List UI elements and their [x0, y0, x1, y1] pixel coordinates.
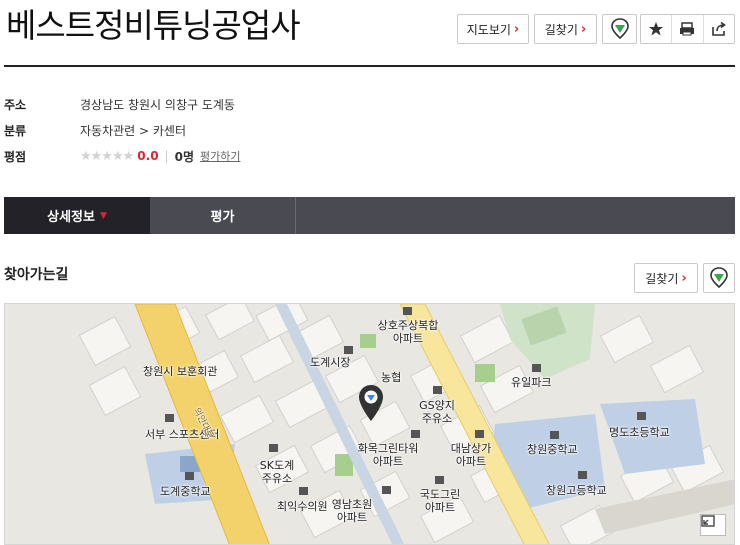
- rating-score: 0.0: [137, 149, 159, 163]
- caret-down-icon: ▼: [99, 210, 107, 221]
- location-pin-icon: [710, 267, 728, 289]
- building-icon: [435, 476, 444, 484]
- map-label: 유일파크: [511, 376, 552, 389]
- favorite-button[interactable]: [641, 15, 673, 43]
- building-icon: [382, 486, 391, 494]
- map-label: 도계중학교: [160, 485, 211, 498]
- map-label: 창원고등학교: [546, 484, 607, 497]
- school-icon: [578, 471, 587, 479]
- map-label: 농협: [381, 371, 402, 384]
- chevron-right-icon: ›: [580, 21, 587, 37]
- map-label: 화목그린타워 아파트: [357, 442, 419, 468]
- rating-row: 평점 ★★★★★ 0.0 | 0명 평가하기: [4, 146, 240, 166]
- map-view-label: 지도보기: [466, 22, 511, 37]
- separator: |: [164, 149, 169, 163]
- share-icon: [712, 21, 726, 36]
- gas-station-icon: [269, 444, 278, 452]
- map-label: 영남초원 아파트: [331, 498, 373, 524]
- write-review-link[interactable]: 평가하기: [200, 148, 240, 164]
- directions-section-title: 찾아가는길: [4, 267, 69, 283]
- category-row: 분류 자동차관련 > 카센터: [4, 120, 186, 140]
- expand-icon: [701, 515, 715, 527]
- print-icon: [680, 22, 695, 36]
- category-label: 분류: [4, 123, 27, 138]
- location-marker-icon: [359, 385, 383, 421]
- share-button[interactable]: [704, 15, 734, 43]
- star-icon: [649, 22, 664, 36]
- gas-station-icon: [433, 386, 442, 394]
- tab-reviews[interactable]: 평가: [150, 197, 296, 234]
- location-pin-icon: [610, 18, 629, 40]
- tab-details-label: 상세정보: [47, 210, 95, 225]
- hospital-icon: [299, 487, 308, 495]
- building-icon: [411, 430, 420, 438]
- map-label: 명도초등학교: [609, 426, 670, 439]
- map-label: 상호주상복합 아파트: [377, 319, 439, 345]
- map-view-button[interactable]: 지도보기 ›: [457, 14, 529, 44]
- map-pin-button[interactable]: [703, 263, 735, 293]
- directions-button[interactable]: 길찾기 ›: [534, 14, 597, 44]
- map-directions-label: 길찾기: [645, 271, 679, 286]
- address-value: 경상남도 창원시 의창구 도계동: [80, 97, 235, 112]
- review-count: 0명: [174, 149, 194, 164]
- building-icon: [475, 430, 484, 438]
- tab-reviews-label: 평가: [210, 210, 235, 225]
- map-label: 국도그린 아파트: [419, 488, 461, 514]
- header-divider: [4, 65, 735, 67]
- page-title: 베스트정비튜닝공업사: [6, 6, 301, 45]
- print-button[interactable]: [672, 15, 704, 43]
- location-map[interactable]: 창원시 보훈회관 서부 스포츠센터 도계중학교 도계시장 상호주상복합 아파트 …: [4, 303, 735, 545]
- tab-details[interactable]: 상세정보 ▼: [4, 197, 150, 234]
- category-value: 자동차관련 > 카센터: [80, 123, 187, 138]
- rating-stars-icon: ★★★★★: [80, 148, 134, 164]
- rating-label: 평점: [4, 149, 27, 164]
- chevron-right-icon: ›: [681, 270, 687, 286]
- school-icon: [185, 472, 194, 480]
- building-icon: [532, 364, 541, 372]
- market-icon: [344, 346, 353, 354]
- building-icon: [165, 414, 174, 422]
- map-label: GS양지 주유소: [419, 399, 455, 425]
- school-icon: [550, 431, 559, 439]
- building-icon: [403, 307, 412, 315]
- detail-tabs: 상세정보 ▼ 평가: [4, 197, 735, 234]
- school-icon: [637, 412, 646, 420]
- map-label: 창원시 보훈회관: [143, 365, 218, 378]
- map-label: 도계시장: [310, 356, 351, 369]
- expand-map-button[interactable]: [700, 514, 726, 536]
- map-label: 대남상가 아파트: [450, 442, 492, 468]
- share-toolbar: [640, 14, 735, 44]
- address-label: 주소: [4, 97, 27, 112]
- map-directions-button[interactable]: 길찾기 ›: [634, 263, 698, 293]
- address-row: 주소 경상남도 창원시 의창구 도계동: [4, 94, 235, 114]
- location-pin-button[interactable]: [602, 14, 637, 44]
- map-label: 창원중학교: [527, 443, 578, 456]
- map-label: 최익수의원: [277, 500, 328, 513]
- chevron-right-icon: ›: [513, 21, 520, 37]
- directions-label: 길찾기: [544, 22, 578, 37]
- map-label: SK도계 주유소: [259, 459, 295, 485]
